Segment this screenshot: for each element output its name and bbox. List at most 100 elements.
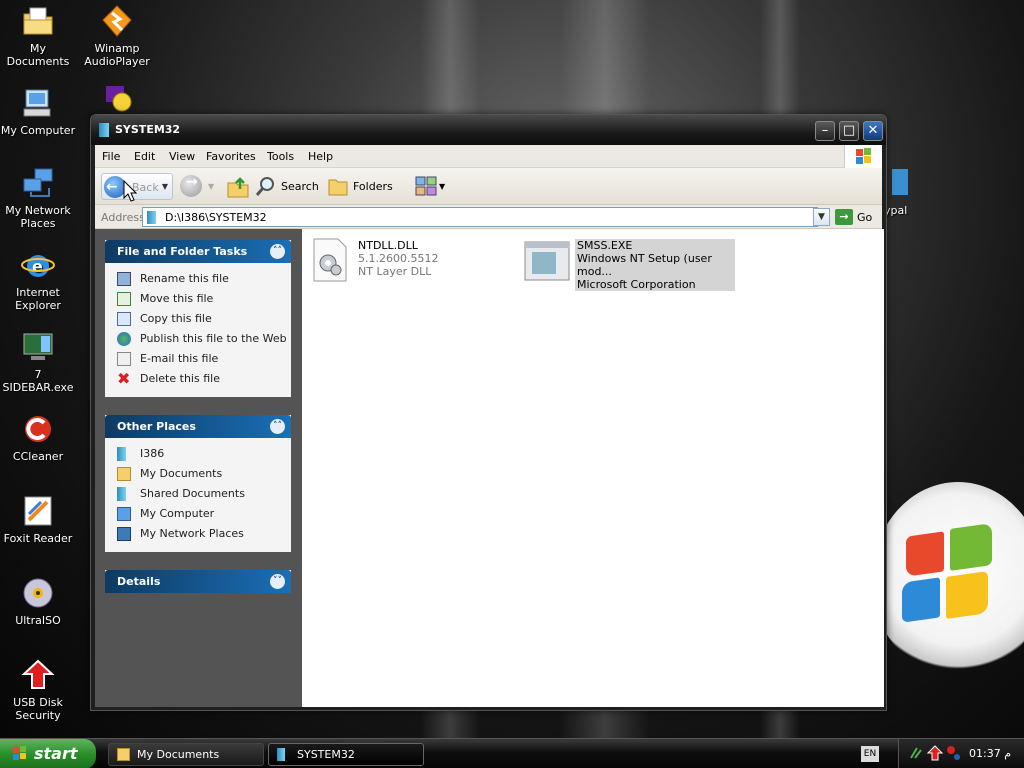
desktop-icon-ccleaner[interactable]: CCleaner xyxy=(0,412,78,463)
details-panel: Details ˅˅ xyxy=(105,570,291,593)
antivirus-tray-icon[interactable] xyxy=(945,744,961,762)
taskbar-item-my-documents[interactable]: My Documents xyxy=(108,743,264,766)
place-network-places[interactable]: My Network Places xyxy=(117,524,291,544)
task-rename[interactable]: Rename this file xyxy=(117,269,291,289)
collapse-icon[interactable]: ˄˄ xyxy=(270,244,285,259)
ultraiso-icon xyxy=(23,578,53,608)
other-places-panel: Other Places ˄˄ I386 My Documents Shared… xyxy=(105,415,291,552)
desktop-icon-ultraiso[interactable]: UltraISO xyxy=(0,576,78,627)
place-i386[interactable]: I386 xyxy=(117,444,291,464)
go-arrow-icon: → xyxy=(835,209,853,225)
move-icon xyxy=(117,292,131,306)
title-bar[interactable]: SYSTEM32 – □ ✕ xyxy=(91,115,886,145)
close-button[interactable]: ✕ xyxy=(863,121,883,141)
desktop-icon-my-computer[interactable]: My Computer xyxy=(0,86,78,137)
taskbar: start My Documents SYSTEM32 EN 01:37 م xyxy=(0,738,1024,768)
views-icon xyxy=(415,176,437,196)
address-dropdown-button[interactable]: ▼ xyxy=(813,208,830,226)
file-company: Microsoft Corporation xyxy=(577,278,696,291)
yahoo-messenger-icon xyxy=(106,86,132,112)
task-copy[interactable]: Copy this file xyxy=(117,309,291,329)
file-description: Windows NT Setup (user mod... xyxy=(577,252,712,278)
windows-flag-icon xyxy=(844,145,882,168)
network-tray-icon[interactable] xyxy=(909,746,923,760)
partial-icon xyxy=(892,169,908,195)
menu-tools[interactable]: Tools xyxy=(267,150,294,163)
my-documents-icon xyxy=(117,467,131,481)
task-pane: File and Folder Tasks ˄˄ Rename this fil… xyxy=(95,229,302,707)
desktop-icon-internet-explorer[interactable]: e Internet Explorer xyxy=(0,248,78,312)
internet-explorer-icon: e xyxy=(21,255,55,277)
dll-file-icon xyxy=(313,238,347,282)
desktop-icon-network-places[interactable]: My Network Places xyxy=(0,166,78,230)
desktop-icon-yahoo[interactable] xyxy=(98,84,138,116)
language-indicator[interactable]: EN xyxy=(861,746,879,762)
exe-file-icon xyxy=(524,241,570,281)
place-shared-documents[interactable]: Shared Documents xyxy=(117,484,291,504)
maximize-button[interactable]: □ xyxy=(839,121,859,141)
place-my-computer[interactable]: My Computer xyxy=(117,504,291,524)
menu-view[interactable]: View xyxy=(169,150,195,163)
search-icon xyxy=(255,177,274,196)
minimize-button[interactable]: – xyxy=(815,121,835,141)
task-email[interactable]: E-mail this file xyxy=(117,349,291,369)
network-places-icon xyxy=(23,168,53,197)
search-button[interactable]: Search xyxy=(255,173,329,200)
expand-icon[interactable]: ˅˅ xyxy=(270,574,285,589)
file-version: 5.1.2600.5512 xyxy=(358,252,439,265)
rename-icon xyxy=(117,272,131,286)
task-delete[interactable]: ✖ Delete this file xyxy=(117,369,291,389)
menu-help[interactable]: Help xyxy=(308,150,333,163)
address-bar: Address D:\I386\SYSTEM32 ▼ → Go xyxy=(95,205,882,229)
desktop-icon-foxit[interactable]: Foxit Reader xyxy=(0,494,78,545)
menu-edit[interactable]: Edit xyxy=(134,150,155,163)
folder-icon xyxy=(147,211,156,224)
file-folder-tasks-panel: File and Folder Tasks ˄˄ Rename this fil… xyxy=(105,240,291,397)
folder-icon xyxy=(117,447,126,461)
usb-security-tray-icon[interactable] xyxy=(927,745,943,761)
views-button[interactable]: ▼ xyxy=(415,173,449,200)
forward-arrow-icon: → xyxy=(186,174,198,190)
address-label: Address xyxy=(101,211,145,224)
foxit-icon xyxy=(24,496,52,526)
folders-button[interactable]: Folders xyxy=(327,173,399,200)
task-publish[interactable]: Publish this file to the Web xyxy=(117,329,291,349)
desktop-icon-usb-disk-security[interactable]: USB Disk Security xyxy=(0,658,78,722)
email-icon xyxy=(117,352,131,366)
menu-bar: File Edit View Favorites Tools Help xyxy=(95,145,882,168)
system-tray: 01:37 م xyxy=(898,739,1024,768)
file-list: NTDLL.DLL 5.1.2600.5512 NT Layer DLL SMS… xyxy=(302,229,884,707)
desktop-icon-sidebar[interactable]: 7 SIDEBAR.exe xyxy=(0,330,78,394)
winamp-icon xyxy=(102,5,132,37)
address-input[interactable]: D:\I386\SYSTEM32 xyxy=(142,207,818,227)
start-button[interactable]: start xyxy=(0,739,96,768)
publish-web-icon xyxy=(117,332,131,346)
file-name: SMSS.EXE xyxy=(577,239,633,252)
window-title: SYSTEM32 xyxy=(115,123,181,136)
mouse-cursor-icon xyxy=(123,180,137,202)
windows-logo-orb xyxy=(872,482,1024,677)
file-item-smss[interactable]: SMSS.EXE Windows NT Setup (user mod... M… xyxy=(524,237,738,291)
collapse-icon[interactable]: ˄˄ xyxy=(270,419,285,434)
explorer-window: SYSTEM32 – □ ✕ File Edit View Favorites … xyxy=(90,114,887,711)
place-my-documents[interactable]: My Documents xyxy=(117,464,291,484)
desktop-icon-winamp[interactable]: Winamp AudioPlayer xyxy=(77,4,157,68)
panel-header[interactable]: Other Places ˄˄ xyxy=(105,415,291,438)
task-move[interactable]: Move this file xyxy=(117,289,291,309)
desktop-icon-my-documents[interactable]: My Documents xyxy=(0,4,78,68)
shared-folder-icon xyxy=(117,487,126,501)
file-name: NTDLL.DLL xyxy=(358,239,418,252)
menu-favorites[interactable]: Favorites xyxy=(206,150,256,163)
forward-dropdown-icon[interactable]: ▼ xyxy=(208,173,220,200)
panel-header[interactable]: File and Folder Tasks ˄˄ xyxy=(105,240,291,263)
windows-logo-icon xyxy=(13,746,26,760)
taskbar-item-system32[interactable]: SYSTEM32 xyxy=(268,743,424,766)
sidebar-icon xyxy=(23,333,53,360)
menu-file[interactable]: File xyxy=(102,150,120,163)
ccleaner-icon xyxy=(25,416,51,442)
file-description: NT Layer DLL xyxy=(358,265,432,278)
panel-header[interactable]: Details ˅˅ xyxy=(105,570,291,593)
up-folder-icon[interactable] xyxy=(226,175,250,199)
back-dropdown-icon[interactable]: ▼ xyxy=(157,173,173,200)
file-item-ntdll[interactable]: NTDLL.DLL 5.1.2600.5512 NT Layer DLL xyxy=(312,237,502,285)
